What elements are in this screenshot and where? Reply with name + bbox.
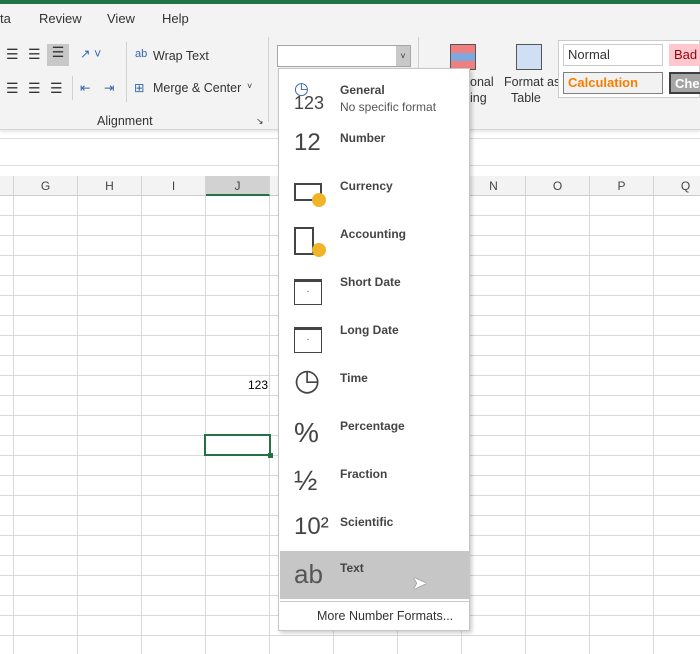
align-middle-icon[interactable]: ☰ xyxy=(28,46,41,63)
wrap-text-button[interactable]: Wrap Text xyxy=(153,49,209,63)
number-format-dropdown[interactable]: ˅ xyxy=(277,45,411,67)
merge-center-button[interactable]: Merge & Center xyxy=(153,81,241,95)
menu-item-percentage[interactable]: % Percentage xyxy=(280,409,469,457)
menu-item-number[interactable]: 12 Number xyxy=(280,121,469,169)
format-as-table-label-2[interactable]: Table xyxy=(511,91,541,105)
cell-j10[interactable]: 123 xyxy=(206,378,268,392)
decrease-indent-icon[interactable]: ⇤ xyxy=(80,80,90,95)
tab-data[interactable]: ta xyxy=(0,11,11,26)
column-header-q[interactable]: Q xyxy=(654,176,700,196)
column-header-h[interactable]: H xyxy=(78,176,142,196)
tab-view[interactable]: View xyxy=(107,11,135,26)
column-header-g[interactable]: G xyxy=(14,176,78,196)
menu-item-scientific[interactable]: 10² Scientific xyxy=(280,505,469,553)
calendar-icon: · xyxy=(294,273,330,307)
menu-item-fraction[interactable]: ½ Fraction xyxy=(280,457,469,505)
menu-item-general[interactable]: ◷ 123 General No specific format xyxy=(280,73,469,121)
column-header-p[interactable]: P xyxy=(590,176,654,196)
more-number-formats-link[interactable]: More Number Formats... xyxy=(317,609,453,623)
selected-cell[interactable] xyxy=(204,434,273,458)
tab-help[interactable]: Help xyxy=(162,11,189,26)
tab-review[interactable]: Review xyxy=(39,11,82,26)
column-header-o[interactable]: O xyxy=(526,176,590,196)
style-bad[interactable]: Bad xyxy=(669,44,700,66)
column-header-n[interactable]: N xyxy=(462,176,526,196)
scientific-icon: 10² xyxy=(294,513,329,540)
format-as-table-icon[interactable] xyxy=(516,44,542,70)
fill-handle[interactable] xyxy=(268,453,273,458)
menu-item-text[interactable]: ab Text ➤ xyxy=(280,551,469,599)
menu-item-accounting[interactable]: Accounting xyxy=(280,217,469,265)
fraction-icon: ½ xyxy=(294,465,318,496)
clock-123-icon: ◷ 123 xyxy=(294,79,325,113)
wrap-text-icon: ab xyxy=(135,48,148,60)
calendar-icon: · xyxy=(294,321,330,355)
conditional-formatting-icon[interactable] xyxy=(450,44,476,70)
column-header-j[interactable]: J xyxy=(206,176,270,196)
alignment-group-label: Alignment xyxy=(97,114,153,128)
chevron-down-icon[interactable]: ˅ xyxy=(396,46,410,66)
increase-indent-icon[interactable]: ⇥ xyxy=(104,80,114,95)
align-left-icon[interactable]: ☰ xyxy=(6,80,19,97)
menu-item-long-date[interactable]: · Long Date xyxy=(280,313,469,361)
menu-item-time[interactable]: ◷ Time xyxy=(280,361,469,409)
style-calculation[interactable]: Calculation xyxy=(563,72,663,94)
number-icon: 12 xyxy=(294,129,321,156)
align-bottom-icon[interactable]: ☰ xyxy=(47,44,69,66)
calculator-icon xyxy=(294,225,330,259)
style-check-cell[interactable]: Chec xyxy=(669,72,700,94)
column-header-i[interactable]: I xyxy=(142,176,206,196)
align-right-icon[interactable]: ☰ xyxy=(50,80,63,97)
style-normal[interactable]: Normal xyxy=(563,44,663,66)
clock-icon: ◷ xyxy=(294,364,321,397)
format-as-table-label-1[interactable]: Format as xyxy=(504,75,560,89)
align-top-icon[interactable]: ☰ xyxy=(6,46,19,63)
menu-divider xyxy=(280,601,469,602)
currency-icon xyxy=(294,177,330,211)
conditional-formatting-label-1[interactable]: onal xyxy=(470,75,494,89)
text-icon: ab xyxy=(294,559,323,589)
conditional-formatting-label-2[interactable]: ing xyxy=(470,91,487,105)
percent-icon: % xyxy=(294,417,319,448)
number-format-menu: ◷ 123 General No specific format 12 Numbe… xyxy=(278,68,470,631)
mouse-cursor-icon: ➤ xyxy=(412,573,428,593)
align-center-icon[interactable]: ☰ xyxy=(28,80,41,97)
ribbon-tabs: ta Review View Help xyxy=(0,4,700,32)
merge-icon: ⊞ xyxy=(134,81,145,95)
orientation-icon[interactable]: ↗ ˅ xyxy=(80,46,101,61)
menu-item-short-date[interactable]: · Short Date xyxy=(280,265,469,313)
menu-item-currency[interactable]: Currency xyxy=(280,169,469,217)
dialog-launcher-icon[interactable]: ↘ xyxy=(256,116,264,127)
chevron-down-icon[interactable]: ˅ xyxy=(247,81,252,91)
